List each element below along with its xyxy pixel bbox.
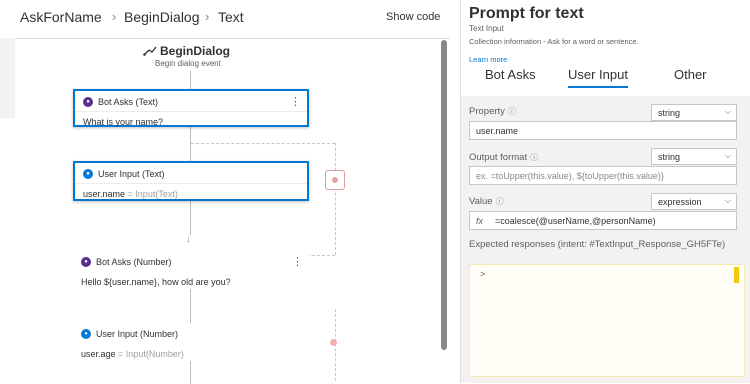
more-options-icon[interactable]: ⋮	[290, 95, 301, 108]
node-body: user.age = Input(Number)	[81, 349, 184, 359]
learn-more-link[interactable]: Learn more	[469, 55, 507, 64]
panel-title: Prompt for text	[469, 5, 584, 22]
value-label-text: Value	[469, 196, 493, 207]
chevron-down-icon: ⌵	[724, 107, 731, 116]
value-expression: =coalesce(@userName,@personName)	[495, 216, 656, 226]
trigger-title[interactable]: BeginDialog	[143, 44, 230, 58]
left-gutter	[0, 38, 15, 118]
node-header: ● User Input (Text)	[83, 169, 165, 179]
output-format-label: Output format ⓘ	[469, 152, 538, 163]
node-input-type: = Input(Number)	[118, 349, 184, 359]
node-property: user.name	[83, 189, 126, 199]
show-code-button[interactable]: Show code	[386, 11, 440, 23]
node-body: Hello ${user.name}, how old are you?	[81, 277, 231, 287]
breadcrumb-item-begindialog[interactable]: BeginDialog	[124, 9, 200, 25]
user-icon: ●	[81, 329, 91, 339]
output-format-type-value: string	[658, 152, 681, 162]
bot-icon: ●	[83, 97, 93, 107]
node-header: ● Bot Asks (Text)	[83, 97, 158, 107]
dot-icon	[332, 177, 338, 183]
node-title: Bot Asks (Number)	[96, 257, 172, 267]
fx-icon: fx	[476, 216, 484, 226]
node-user-input-text[interactable]: ● User Input (Text) user.name = Input(Te…	[73, 161, 309, 201]
trigger-label: BeginDialog	[160, 44, 231, 58]
more-options-icon[interactable]: ⋮	[292, 255, 303, 268]
bot-icon: ●	[81, 257, 91, 267]
canvas-scrollbar[interactable]	[441, 40, 447, 350]
property-label: Property ⓘ	[469, 106, 516, 117]
value-type-select[interactable]: expression ⌵	[651, 193, 737, 210]
output-format-input[interactable]: ex. =toUpper(this.value), ${toUpper(this…	[469, 166, 737, 185]
property-panel: Prompt for text Text Input Collection in…	[460, 0, 750, 383]
node-body: What is your name?	[83, 117, 164, 127]
loop-marker-dot[interactable]	[330, 339, 337, 346]
node-header: ● User Input (Number)	[81, 329, 178, 339]
loop-connector	[191, 143, 335, 144]
editor-scroll-thumb[interactable]	[734, 267, 739, 283]
info-icon[interactable]: ⓘ	[508, 107, 516, 116]
property-type-select[interactable]: string ⌵	[651, 104, 737, 121]
info-icon[interactable]: ⓘ	[530, 153, 538, 162]
node-bot-asks-number[interactable]: ● Bot Asks (Number) ⋮ Hello ${user.name}…	[73, 251, 309, 289]
active-tab-indicator	[568, 86, 628, 88]
trigger-icon	[143, 46, 157, 56]
property-type-value: string	[658, 108, 681, 118]
value-label: Value ⓘ	[469, 196, 504, 207]
tab-other[interactable]: Other	[674, 67, 707, 82]
connector	[190, 127, 191, 161]
value-input[interactable]: fx =coalesce(@userName,@personName)	[469, 211, 737, 230]
tab-bot-asks[interactable]: Bot Asks	[485, 67, 536, 82]
info-icon[interactable]: ⓘ	[496, 197, 504, 206]
divider	[75, 183, 307, 184]
connector	[190, 71, 191, 89]
node-title: User Input (Text)	[98, 169, 165, 179]
panel-description: Collection information - Ask for a word …	[469, 37, 639, 46]
node-title: Bot Asks (Text)	[98, 97, 159, 107]
connector	[190, 361, 191, 384]
property-label-text: Property	[469, 106, 505, 117]
dialog-canvas[interactable]: BeginDialog Begin dialog event ↓ ● Bot A…	[15, 38, 450, 384]
property-input[interactable]: user.name	[469, 121, 737, 140]
expected-responses-label: Expected responses (intent: #TextInput_R…	[469, 239, 726, 250]
chevron-down-icon: ⌵	[724, 151, 731, 160]
loop-connector	[335, 143, 336, 255]
breadcrumb: AskForName › BeginDialog › Text Show cod…	[0, 0, 455, 38]
breadcrumb-item-text: Text	[218, 9, 244, 25]
node-body: user.name = Input(Text)	[83, 189, 178, 199]
value-type-value: expression	[658, 197, 702, 207]
loop-marker[interactable]	[325, 170, 345, 190]
chevron-right-icon: ›	[205, 9, 210, 24]
user-icon: ●	[83, 169, 93, 179]
node-user-input-number[interactable]: ● User Input (Number) user.age = Input(N…	[73, 323, 309, 361]
connector	[190, 289, 191, 323]
node-title: User Input (Number)	[96, 329, 179, 339]
chevron-right-icon: ›	[112, 9, 117, 24]
tab-user-input[interactable]: User Input	[568, 67, 628, 82]
breadcrumb-item-askforname[interactable]: AskForName	[20, 9, 102, 25]
panel-subtitle: Text Input	[469, 24, 504, 33]
connector	[190, 201, 191, 235]
output-format-label-text: Output format	[469, 152, 528, 163]
node-header: ● Bot Asks (Number)	[81, 257, 172, 267]
expected-responses-editor[interactable]: >	[469, 264, 745, 377]
chevron-down-icon: ⌵	[724, 196, 731, 205]
node-property: user.age	[81, 349, 116, 359]
node-input-type: = Input(Text)	[127, 189, 178, 199]
output-format-type-select[interactable]: string ⌵	[651, 148, 737, 165]
divider	[75, 111, 307, 112]
editor-prompt: >	[480, 269, 486, 279]
trigger-subtitle: Begin dialog event	[155, 59, 221, 68]
arrow-down-icon: ↓	[186, 234, 191, 244]
node-bot-asks-text[interactable]: ● Bot Asks (Text) ⋮ What is your name?	[73, 89, 309, 127]
